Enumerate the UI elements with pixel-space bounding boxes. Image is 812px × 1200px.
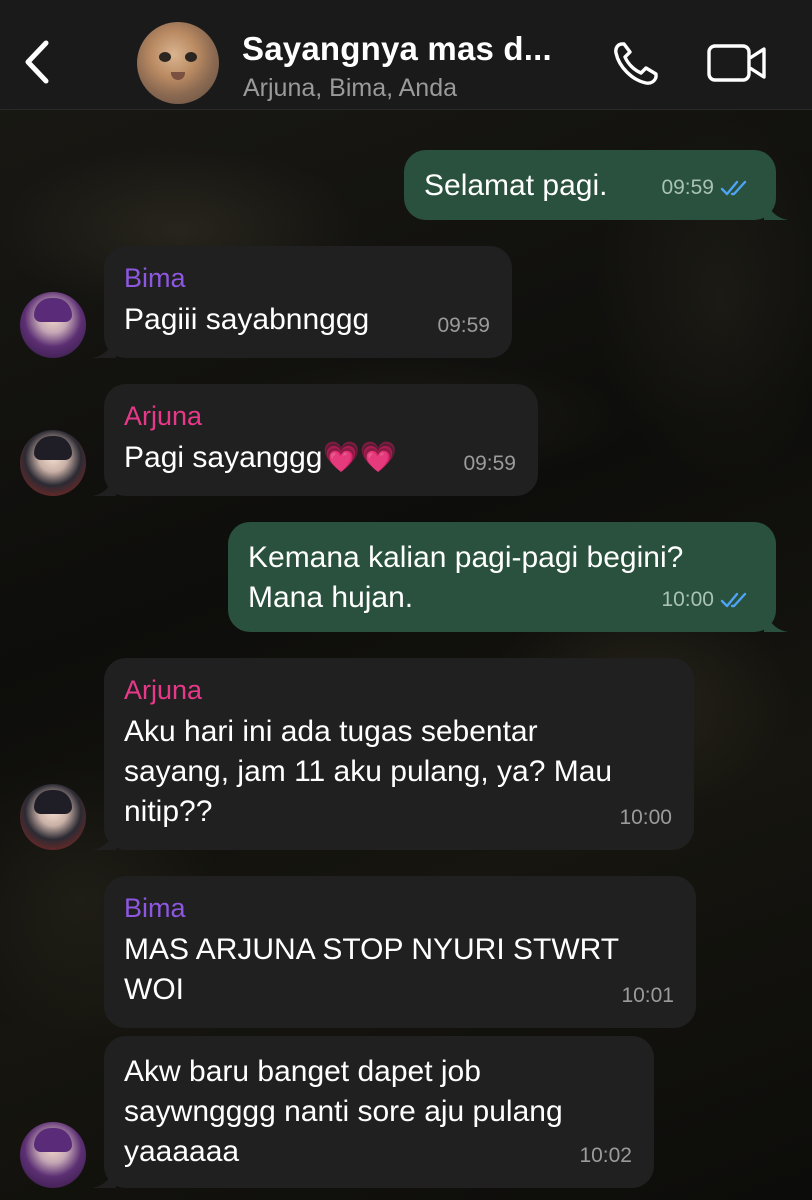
message-text: Pagi sayanggg💗💗	[124, 441, 398, 474]
message-bubble-outgoing[interactable]: Selamat pagi. 09:59	[404, 150, 788, 220]
message-meta: 10:01	[621, 976, 674, 1016]
sender-name[interactable]: Arjuna	[124, 674, 672, 706]
chat-header: Sayangnya mas d... Arjuna, Bima, Anda	[0, 0, 812, 110]
message-text-line: Akw baru banget dapet job	[124, 1055, 481, 1088]
message-meta: 10:02	[579, 1136, 632, 1176]
message-text-line: Kemana kalian pagi-pagi begini?	[248, 541, 684, 574]
bubble-tail	[764, 608, 788, 632]
bubble-tail	[92, 826, 116, 850]
message-time: 09:59	[463, 452, 516, 475]
message-bubble-incoming[interactable]: Bima Pagiii sayabnnggg 09:59	[92, 246, 512, 358]
message-bubble-outgoing[interactable]: Kemana kalian pagi-pagi begini? Mana huj…	[228, 522, 788, 632]
message-bubble-incoming[interactable]: Akw baru banget dapet job saywngggg nant…	[92, 1036, 654, 1188]
message-meta: 09:59	[437, 306, 490, 346]
message-time: 09:59	[661, 176, 714, 199]
message-text-line: WOI	[124, 973, 184, 1006]
message-bubble-incoming[interactable]: Arjuna Pagi sayanggg💗💗 09:59	[92, 384, 538, 496]
message-text-line: MAS ARJUNA STOP NYURI STWRT	[124, 933, 620, 966]
sender-name[interactable]: Bima	[124, 262, 490, 294]
message-meta: 09:59	[661, 168, 754, 208]
message-time: 10:01	[621, 984, 674, 1007]
chat-title[interactable]: Sayangnya mas d...	[242, 30, 552, 68]
video-camera-icon	[707, 44, 766, 82]
bubble-tail	[92, 1164, 116, 1188]
avatar-arjuna[interactable]	[20, 784, 86, 850]
message-time: 10:00	[619, 806, 672, 829]
group-avatar[interactable]	[137, 22, 219, 104]
back-button[interactable]	[14, 36, 58, 88]
message-text: Pagiii sayabnnggg	[124, 303, 370, 336]
message-text-line: yaaaaaa	[124, 1135, 240, 1168]
avatar-bima[interactable]	[20, 292, 86, 358]
message-time: 10:00	[661, 588, 714, 611]
avatar-bima[interactable]	[20, 1122, 86, 1188]
message-text-line: nitip??	[124, 795, 213, 828]
voice-call-button[interactable]	[610, 40, 662, 86]
message-meta: 10:00	[661, 580, 754, 620]
message-time: 09:59	[437, 314, 490, 337]
chevron-left-icon	[25, 40, 49, 84]
sender-name[interactable]: Arjuna	[124, 400, 516, 432]
phone-icon	[614, 42, 658, 85]
message-text-line: sayang, jam 11 aku pulang, ya? Mau	[124, 755, 613, 788]
avatar-arjuna[interactable]	[20, 430, 86, 496]
bubble-tail	[764, 196, 788, 220]
message-bubble-incoming[interactable]: Arjuna Aku hari ini ada tugas sebentar s…	[92, 658, 694, 850]
chat-members[interactable]: Arjuna, Bima, Anda	[243, 74, 457, 103]
message-meta: 09:59	[463, 444, 516, 484]
video-call-button[interactable]	[706, 43, 768, 83]
bubble-tail	[92, 334, 116, 358]
message-text-line: saywngggg nanti sore aju pulang	[124, 1095, 563, 1128]
read-receipt-icon	[720, 180, 747, 196]
message-text-line: Aku hari ini ada tugas sebentar	[124, 715, 538, 748]
message-bubble-incoming[interactable]: Bima MAS ARJUNA STOP NYURI STWRT WOI 10:…	[104, 876, 696, 1028]
message-time: 10:02	[579, 1144, 632, 1167]
read-receipt-icon	[720, 592, 747, 608]
sender-name[interactable]: Bima	[124, 892, 674, 924]
message-meta: 10:00	[619, 798, 672, 838]
bubble-tail	[92, 472, 116, 496]
